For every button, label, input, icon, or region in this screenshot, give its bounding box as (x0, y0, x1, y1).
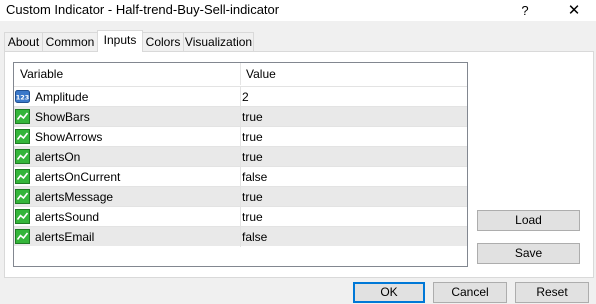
table-row[interactable]: 123 Amplitude 2 (14, 86, 467, 107)
variable-name: alertsEmail (35, 230, 95, 244)
column-header-value[interactable]: Value (246, 67, 276, 81)
variable-name: Amplitude (35, 90, 89, 104)
tab-inputs[interactable]: Inputs (97, 30, 143, 52)
table-row[interactable]: ShowBars true (14, 106, 467, 127)
load-button[interactable]: Load (477, 210, 580, 231)
tab-colors[interactable]: Colors (142, 32, 184, 51)
variable-value[interactable]: 2 (242, 90, 249, 104)
variable-name: ShowArrows (35, 130, 103, 144)
tab-about[interactable]: About (4, 32, 43, 51)
table-row[interactable]: alertsSound true (14, 206, 467, 227)
window-title: Custom Indicator - Half-trend-Buy-Sell-i… (6, 2, 280, 17)
variable-name: alertsOnCurrent (35, 170, 121, 184)
boolean-icon (15, 149, 30, 164)
variable-value[interactable]: true (242, 190, 263, 204)
variable-name: alertsMessage (35, 190, 114, 204)
boolean-icon (15, 169, 30, 184)
variable-value[interactable]: true (242, 130, 263, 144)
tab-common[interactable]: Common (42, 32, 98, 51)
variable-value[interactable]: true (242, 110, 263, 124)
grid-header: Variable Value (14, 63, 467, 85)
boolean-icon (15, 209, 30, 224)
boolean-icon (15, 109, 30, 124)
close-button[interactable]: ✕ (554, 0, 594, 21)
variable-name: alertsOn (35, 150, 81, 164)
boolean-icon (15, 229, 30, 244)
column-divider[interactable] (240, 63, 241, 85)
integer-icon: 123 (15, 90, 30, 103)
table-row[interactable]: alertsMessage true (14, 186, 467, 207)
variable-value[interactable]: true (242, 150, 263, 164)
boolean-icon (15, 129, 30, 144)
table-row[interactable]: alertsEmail false (14, 226, 467, 247)
column-header-variable[interactable]: Variable (20, 67, 63, 81)
cancel-button[interactable]: Cancel (433, 282, 507, 303)
title-bar: Custom Indicator - Half-trend-Buy-Sell-i… (0, 0, 596, 21)
variable-value[interactable]: false (242, 230, 267, 244)
ok-button[interactable]: OK (353, 282, 425, 303)
inputs-grid[interactable]: Variable Value 123 Amplitude 2 ShowBars … (13, 62, 468, 267)
svg-text:123: 123 (16, 94, 30, 102)
variable-value[interactable]: true (242, 210, 263, 224)
table-row[interactable]: ShowArrows true (14, 126, 467, 147)
boolean-icon (15, 189, 30, 204)
variable-value[interactable]: false (242, 170, 267, 184)
variable-name: ShowBars (35, 110, 90, 124)
reset-button[interactable]: Reset (515, 282, 589, 303)
save-button[interactable]: Save (477, 243, 580, 264)
table-row[interactable]: alertsOn true (14, 146, 467, 167)
variable-name: alertsSound (35, 210, 100, 224)
help-button[interactable]: ? (505, 0, 545, 21)
table-row[interactable]: alertsOnCurrent false (14, 166, 467, 187)
tab-visualization[interactable]: Visualization (183, 32, 254, 51)
